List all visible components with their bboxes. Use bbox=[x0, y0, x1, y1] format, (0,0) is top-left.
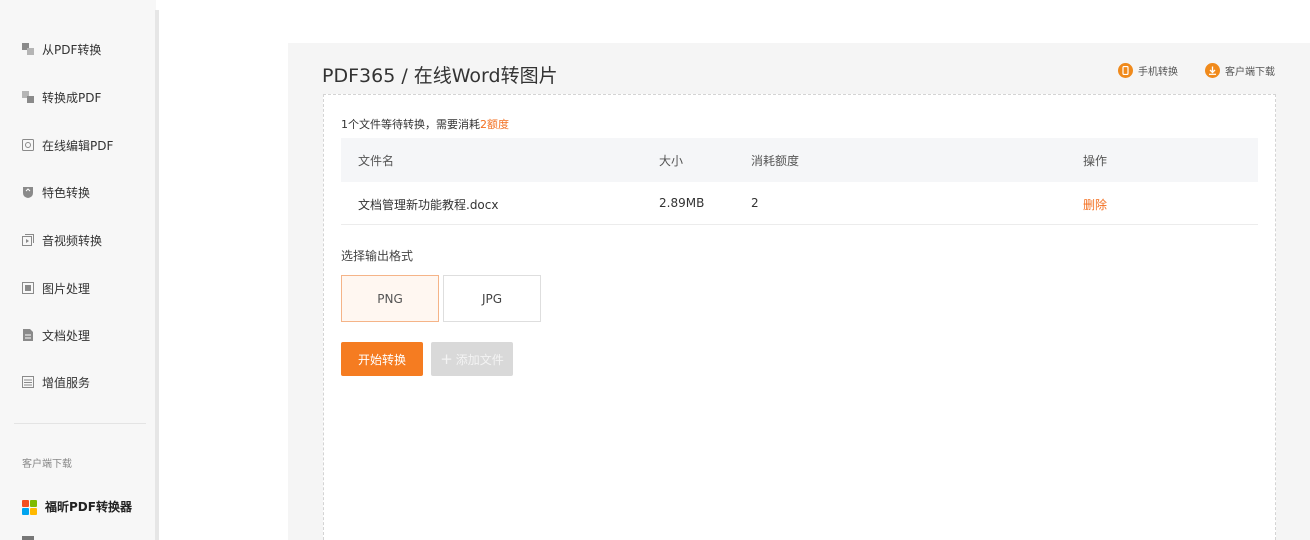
sidebar-item-value-added[interactable]: 增值服务 bbox=[22, 370, 90, 394]
sidebar-item-document[interactable]: 文档处理 bbox=[22, 323, 90, 347]
shield-icon bbox=[22, 186, 34, 198]
from-pdf-icon bbox=[22, 43, 34, 55]
pending-notice: 1个文件等待转换，需要消耗2额度 bbox=[341, 116, 509, 132]
media-icon bbox=[22, 234, 34, 246]
table-row: 文档管理新功能教程.docx 2.89MB 2 删除 bbox=[341, 182, 1258, 225]
edit-pdf-icon bbox=[22, 139, 34, 151]
conversion-panel: 1个文件等待转换，需要消耗2额度 文件名 大小 消耗额度 操作 文档管理新功能教… bbox=[323, 94, 1276, 540]
column-header-cost: 消耗额度 bbox=[751, 154, 800, 168]
sidebar-item-label: 文档处理 bbox=[42, 328, 91, 343]
file-size: 2.89MB bbox=[659, 196, 705, 210]
add-file-label: 添加文件 bbox=[455, 352, 504, 367]
sidebar-item-special[interactable]: 特色转换 bbox=[22, 180, 90, 204]
page-title: PDF365 / 在线Word转图片 bbox=[322, 65, 558, 87]
sidebar-item-media[interactable]: 音视频转换 bbox=[22, 228, 102, 252]
partial-sidebar-icon bbox=[22, 536, 34, 540]
column-header-name: 文件名 bbox=[358, 154, 395, 168]
download-icon bbox=[1205, 63, 1220, 78]
windows-logo-icon bbox=[22, 499, 37, 515]
section-label: 客户端下载 bbox=[22, 459, 72, 470]
sidebar-item-label: 音视频转换 bbox=[42, 233, 103, 248]
sidebar-item-label: 转换成PDF bbox=[42, 90, 102, 105]
format-label: 选择输出格式 bbox=[341, 249, 414, 263]
column-header-size: 大小 bbox=[659, 154, 684, 168]
main-content: PDF365 / 在线Word转图片 手机转换 客户端下载 1个文件等待转换，需… bbox=[288, 43, 1310, 540]
sidebar-item-label: 图片处理 bbox=[42, 281, 91, 296]
notice-text: 1个文件等待转换，需要消耗 bbox=[341, 118, 480, 131]
plus-icon: + bbox=[440, 349, 453, 368]
document-icon bbox=[22, 329, 34, 341]
add-file-button[interactable]: + 添加文件 bbox=[431, 342, 513, 376]
sidebar-item-label: 从PDF转换 bbox=[42, 42, 102, 57]
sidebar: 从PDF转换 转换成PDF 在线编辑PDF 特色转换 音视频转换 图片处理 文档… bbox=[0, 0, 156, 540]
sidebar-item-from-pdf[interactable]: 从PDF转换 bbox=[22, 37, 101, 61]
phone-icon bbox=[1118, 63, 1133, 78]
mobile-convert-label: 手机转换 bbox=[1138, 67, 1178, 78]
sidebar-item-label: 增值服务 bbox=[42, 375, 91, 390]
start-convert-button[interactable]: 开始转换 bbox=[341, 342, 423, 376]
credit-count: 2额度 bbox=[480, 118, 509, 131]
image-icon bbox=[22, 282, 34, 294]
mobile-convert-link[interactable]: 手机转换 bbox=[1118, 63, 1178, 78]
file-table-header: 文件名 大小 消耗额度 操作 bbox=[341, 138, 1258, 182]
sidebar-scrollbar[interactable] bbox=[155, 10, 159, 540]
list-icon bbox=[22, 376, 34, 388]
column-header-action: 操作 bbox=[1083, 154, 1108, 168]
format-option-png[interactable]: PNG bbox=[341, 275, 439, 322]
sidebar-item-label: 在线编辑PDF bbox=[42, 138, 114, 153]
file-cost: 2 bbox=[751, 196, 759, 210]
sidebar-item-label: 特色转换 bbox=[42, 185, 91, 200]
to-pdf-icon bbox=[22, 91, 34, 103]
brand-download-link[interactable]: 福昕PDF转换器 bbox=[22, 498, 132, 515]
sidebar-divider bbox=[14, 423, 146, 424]
sidebar-item-image[interactable]: 图片处理 bbox=[22, 276, 90, 300]
client-download-link[interactable]: 客户端下载 bbox=[1205, 63, 1275, 78]
client-download-label: 客户端下载 bbox=[1225, 67, 1275, 78]
brand-label: 福昕PDF转换器 bbox=[45, 500, 132, 514]
delete-file-link[interactable]: 删除 bbox=[1083, 196, 1107, 213]
sidebar-item-edit-pdf[interactable]: 在线编辑PDF bbox=[22, 133, 113, 157]
file-name: 文档管理新功能教程.docx bbox=[358, 198, 499, 212]
format-option-jpg[interactable]: JPG bbox=[443, 275, 541, 322]
sidebar-item-to-pdf[interactable]: 转换成PDF bbox=[22, 85, 101, 109]
